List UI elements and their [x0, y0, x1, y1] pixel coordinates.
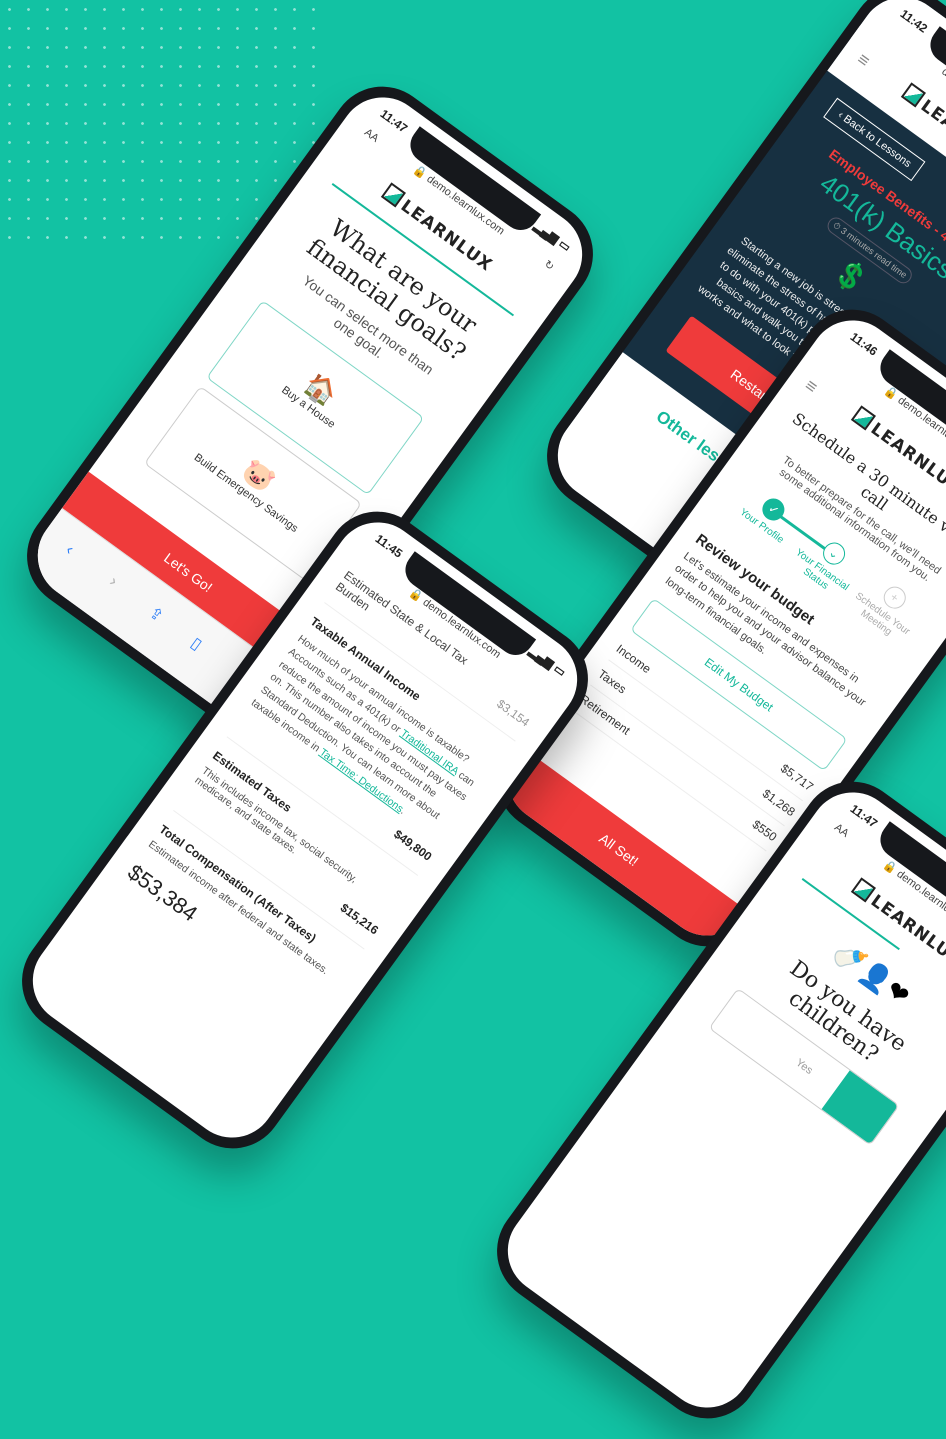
status-time: 11:47: [377, 106, 411, 136]
state-tax-value: $3,154: [494, 696, 533, 730]
aa-button[interactable]: AA: [832, 821, 851, 839]
back-icon[interactable]: ‹: [62, 541, 76, 559]
aa-button[interactable]: AA: [362, 126, 381, 144]
bookmarks-icon[interactable]: ▯: [187, 633, 206, 654]
status-time: 11:45: [372, 531, 406, 561]
share-icon[interactable]: ⇪: [145, 603, 168, 627]
reload-icon[interactable]: ↻: [542, 257, 557, 273]
status-time: 11:46: [847, 329, 881, 359]
status-time: 11:42: [897, 6, 931, 36]
status-time: 11:47: [847, 801, 881, 831]
forward-icon[interactable]: ›: [106, 573, 120, 591]
